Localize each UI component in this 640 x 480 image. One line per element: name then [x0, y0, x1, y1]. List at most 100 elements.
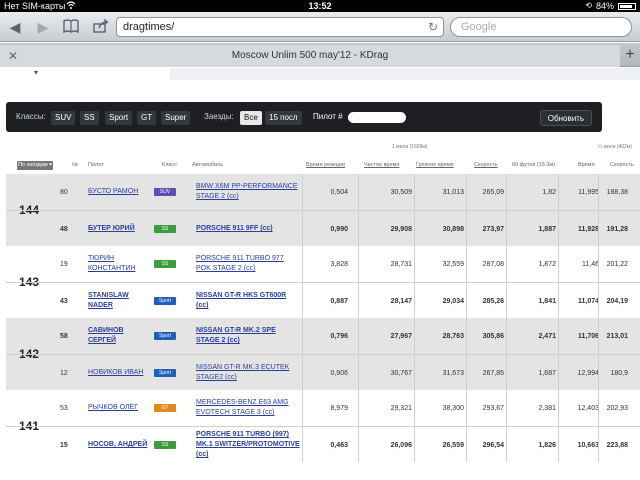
place-group: 142 58 САВИНОВ СЕРГЕЙ Sport NISSAN GT-R MK.2… — [6, 318, 640, 390]
quarter-time: 11,46 — [582, 260, 599, 268]
class-cell: SUV — [154, 174, 176, 210]
column-divider — [358, 174, 359, 246]
speed: 265,09 — [482, 188, 504, 196]
col-num: № — [72, 162, 78, 168]
close-tab-icon[interactable]: ✕ — [8, 45, 18, 67]
sort-dropdown[interactable]: По заездам ▾ — [17, 161, 53, 170]
pilot-link[interactable]: САВИНОВ СЕРГЕЙ — [88, 318, 148, 354]
runs-btn-all[interactable]: Все — [240, 111, 262, 125]
class-badge: SS — [154, 441, 176, 449]
col-dirty-label: Грязное время — [416, 162, 454, 168]
class-cell: GT — [154, 390, 176, 426]
reload-icon[interactable]: ↻ — [428, 18, 438, 36]
page-content: ▾ Классы: SUV SS Sport GT Super Заезды: … — [0, 68, 640, 480]
class-cell: Sport — [154, 283, 176, 319]
run-number: 12 — [60, 369, 68, 377]
bookmarks-icon[interactable] — [62, 19, 80, 35]
pilot-link[interactable]: НОСОВ, АНДРЕЙ — [88, 427, 148, 463]
car-link[interactable]: PORSCHE 911 TURBO 977 POK STAGE 2 (cc) — [196, 246, 300, 282]
pilot-link[interactable]: РЫЧКОВ ОЛЕГ — [88, 390, 148, 426]
clean-time: 29,321 — [390, 404, 412, 412]
column-divider — [506, 246, 507, 318]
place-group: 141 53 РЫЧКОВ ОЛЕГ GT MERCEDES-BENZ E63 AMG … — [6, 390, 640, 462]
battery-percent: 84% — [595, 1, 614, 11]
col-reaction-label: Время реакции — [306, 162, 345, 168]
quarter-time: 11,995 — [578, 188, 599, 196]
reaction-time: 0,906 — [330, 369, 348, 377]
class-cell: SS — [154, 211, 176, 247]
battery-icon — [618, 2, 636, 10]
back-icon[interactable]: ◀ — [6, 19, 24, 35]
column-divider — [506, 318, 507, 390]
refresh-button[interactable]: Обновить — [539, 110, 592, 126]
runs-btn-last15[interactable]: 15 посл — [265, 111, 302, 125]
pilot-number-input[interactable] — [348, 112, 406, 123]
car-link[interactable]: PORSCHE 911 TURBO (997) MK.1 SWITZER/PRO… — [196, 427, 300, 463]
column-divider — [598, 390, 599, 462]
clean-time: 26,096 — [390, 441, 412, 449]
speed: 305,86 — [482, 332, 504, 340]
run-number: 53 — [60, 404, 68, 412]
column-divider — [358, 318, 359, 390]
column-divider — [558, 246, 559, 318]
class-badge: SS — [154, 225, 176, 233]
quarter-speed: 223,88 — [606, 441, 628, 449]
pilot-link[interactable]: ТЮРИН КОНСТАНТИН — [88, 246, 148, 282]
class-btn-sport[interactable]: Sport — [105, 111, 133, 125]
place-group: 144 80 БУСТО РАМОН SUV BMW X6M PP-PERFORMANC… — [6, 174, 640, 246]
class-cell: SS — [154, 246, 176, 282]
column-divider — [598, 318, 599, 390]
table-row: 48 БУТЕР ЮРИЙ SS PORSCHE 911 9FF (cc) 0,990 2… — [6, 210, 640, 246]
col-class: Класс — [162, 162, 177, 168]
tab-current[interactable]: ✕ Moscow Unlim 500 may'12 - KDrag — [0, 45, 620, 67]
dirty-time: 28,763 — [442, 332, 464, 340]
search-input[interactable]: Google — [450, 17, 632, 37]
col-clean[interactable]: Чистое время — [364, 162, 399, 168]
class-btn-ss[interactable]: SS — [80, 111, 99, 125]
pilot-link[interactable]: НОВИКОВ ИВАН — [88, 355, 148, 391]
column-divider — [358, 390, 359, 462]
reaction-time: 8,979 — [330, 404, 348, 412]
col-pilot: Пилот — [88, 162, 104, 168]
clock: 13:52 — [308, 1, 332, 11]
dirty-time: 32,559 — [442, 260, 464, 268]
sort-label: По заездам — [18, 162, 48, 168]
column-divider — [414, 390, 415, 462]
sixty-feet: 1,872 — [538, 260, 556, 268]
class-cell: Sport — [154, 318, 176, 354]
car-link[interactable]: BMW X6M PP-PERFORMANCE STAGE 2 (cc) — [196, 174, 300, 210]
subheader-mile: 1 мили (1609м) — [392, 144, 428, 150]
forward-icon[interactable]: ▶ — [34, 19, 52, 35]
column-divider — [302, 174, 303, 246]
class-btn-gt[interactable]: GT — [137, 111, 157, 125]
column-divider — [506, 174, 507, 246]
car-link[interactable]: NISSAN GT-R HKS GT600R (cc) — [196, 283, 300, 319]
share-icon[interactable] — [92, 18, 110, 35]
col-clean-label: Чистое время — [364, 162, 400, 168]
class-badge: SUV — [154, 188, 176, 196]
column-divider — [414, 318, 415, 390]
table-row: 58 САВИНОВ СЕРГЕЙ Sport NISSAN GT-R MK.2 SP… — [6, 318, 640, 354]
class-btn-suv[interactable]: SUV — [51, 111, 76, 125]
pilot-link[interactable]: БУСТО РАМОН — [88, 174, 148, 210]
pilot-link[interactable]: STANISLAW NADER — [88, 283, 148, 319]
run-number: 80 — [60, 188, 68, 196]
table-row: 12 НОВИКОВ ИВАН Sport NISSAN GT-R MK.3 ECUT… — [6, 354, 640, 390]
car-link[interactable]: NISSAN GT-R MK.2 SPE STAGE 2 (cc) — [196, 318, 300, 354]
pilot-link[interactable]: БУТЕР ЮРИЙ — [88, 211, 148, 247]
top-strip: ▾ — [0, 68, 640, 80]
car-link[interactable]: PORSCHE 911 9FF (cc) — [196, 211, 300, 247]
col-dirty[interactable]: Грязное время — [416, 162, 454, 168]
address-bar[interactable]: dragtimes/ ↻ — [116, 17, 444, 37]
col-speed[interactable]: Скорость — [474, 162, 498, 168]
browser-toolbar: ◀ ▶ dragtimes/ ↻ Google — [0, 12, 640, 42]
car-link[interactable]: MERCEDES-BENZ E63 AMG EVOTECH STAGE 3 (c… — [196, 390, 300, 426]
car-link[interactable]: NISSAN GT-R MK.3 ECUTEK STAGE2 (cc) — [196, 355, 300, 391]
reaction-time: 3,828 — [330, 260, 348, 268]
new-tab-icon[interactable]: + — [622, 47, 638, 63]
class-btn-super[interactable]: Super — [161, 111, 191, 125]
col-reaction[interactable]: Время реакции — [306, 162, 345, 168]
quarter-speed: 188,38 — [606, 188, 628, 196]
column-divider — [598, 246, 599, 318]
reaction-time: 0,887 — [330, 297, 348, 305]
